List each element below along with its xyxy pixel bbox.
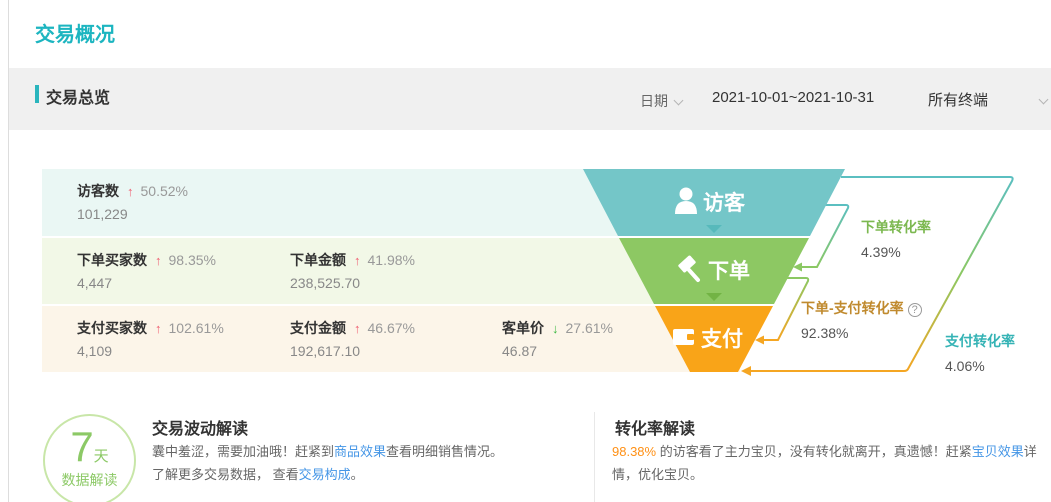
metric-change: 98.35% <box>169 252 216 268</box>
conversion-order-pay: 下单-支付转化率? 92.38% <box>801 298 922 341</box>
metric-value: 101,229 <box>77 206 188 222</box>
metric-change: 41.98% <box>368 252 415 268</box>
toolbar: 交易总览 日期 2021-10-01~2021-10-31 所有终端 <box>9 68 1051 130</box>
arrow-up-icon: ↑ <box>127 184 134 199</box>
date-type-dropdown[interactable]: 日期 <box>640 91 682 111</box>
date-type-label: 日期 <box>640 93 668 109</box>
arrow-up-icon: ↑ <box>155 321 162 336</box>
conversion-label: 下单-支付转化率? <box>801 298 922 318</box>
metric-value: 4,447 <box>77 275 216 291</box>
conversion-highlight-pct: 98.38% <box>612 444 656 459</box>
insight-text-segment: 。 <box>351 467 364 482</box>
metric-pay-amount: 支付金额 ↑ 46.67% 192,617.10 <box>290 318 415 359</box>
funnel-stage-label: 支付 <box>701 328 743 351</box>
seven-day-badge: 7天 数据解读 <box>43 414 136 502</box>
metric-label: 下单买家数 <box>77 252 147 268</box>
transaction-overview-page: 交易概况 交易总览 日期 2021-10-01~2021-10-31 所有终端 … <box>0 0 1051 502</box>
arrow-up-icon: ↑ <box>354 253 361 268</box>
trade-fluctuation-text: 囊中羞涩，需要加油哦！赶紧到商品效果查看明细销售情况。 了解更多交易数据， 查看… <box>152 440 582 486</box>
conversion-value: 4.39% <box>861 244 931 260</box>
metric-order-amount: 下单金额 ↑ 41.98% 238,525.70 <box>290 250 415 291</box>
conversion-text: 98.38% 的访客看了主力宝贝，没有转化就离开，真遗憾！赶紧宝贝效果详情，优化… <box>612 440 1044 486</box>
section-title: 交易总览 <box>46 84 110 108</box>
conversion-label-text: 下单-支付转化率 <box>801 300 904 316</box>
date-range-picker[interactable]: 2021-10-01~2021-10-31 <box>712 89 874 106</box>
metric-change: 50.52% <box>141 183 188 199</box>
insight-text-segment: 查看明细销售情况。 <box>386 444 503 459</box>
insight-line: 了解更多交易数据， 查看交易构成。 <box>152 463 582 486</box>
funnel-stage-label: 下单 <box>708 259 750 283</box>
insights-divider <box>594 412 595 502</box>
badge-number: 7 <box>70 425 93 469</box>
product-effect-link[interactable]: 商品效果 <box>334 444 386 459</box>
metric-visitor-count: 访客数 ↑ 50.52% 101,229 <box>77 181 188 222</box>
page-title: 交易概况 <box>35 18 115 47</box>
metric-label: 支付买家数 <box>77 320 147 336</box>
chevron-down-icon <box>1039 95 1049 105</box>
metric-label: 下单金额 <box>290 252 346 268</box>
trade-composition-link[interactable]: 交易构成 <box>299 467 351 482</box>
arrow-up-icon: ↑ <box>354 321 361 336</box>
chevron-down-icon <box>674 96 684 106</box>
metric-label: 访客数 <box>77 183 119 199</box>
terminal-dropdown[interactable]: 所有终端 <box>928 89 1047 110</box>
conversion-value: 92.38% <box>801 325 922 341</box>
conversion-label: 支付转化率 <box>945 331 1015 351</box>
funnel-stage-label: 访客 <box>703 191 746 215</box>
conversion-pay: 支付转化率 4.06% <box>945 331 1015 374</box>
item-effect-link[interactable]: 宝贝效果 <box>972 444 1024 459</box>
question-mark-icon[interactable]: ? <box>908 303 922 317</box>
metric-label: 支付金额 <box>290 320 346 336</box>
insight-text-segment: 了解更多交易数据， 查看 <box>152 467 299 482</box>
badge-caption: 数据解读 <box>45 470 134 490</box>
metric-value: 192,617.10 <box>290 343 415 359</box>
conversion-value: 4.06% <box>945 358 1015 374</box>
terminal-label: 所有终端 <box>928 92 988 109</box>
conversion-label: 下单转化率 <box>861 217 931 237</box>
metric-order-buyers: 下单买家数 ↑ 98.35% 4,447 <box>77 250 216 291</box>
insight-line: 囊中羞涩，需要加油哦！赶紧到商品效果查看明细销售情况。 <box>152 440 582 463</box>
wallet-icon <box>673 329 694 345</box>
section-marker <box>35 85 39 103</box>
arrow-up-icon: ↑ <box>155 253 162 268</box>
insight-text-segment: 的访客看了主力宝贝，没有转化就离开，真遗憾！赶紧 <box>656 444 972 459</box>
badge-unit: 天 <box>94 448 109 465</box>
conversion-order: 下单转化率 4.39% <box>861 217 931 260</box>
metric-change: 46.67% <box>368 320 415 336</box>
metric-value: 238,525.70 <box>290 275 415 291</box>
metric-label: 客单价 <box>502 320 544 336</box>
metric-change: 102.61% <box>169 320 224 336</box>
arrow-left-icon <box>741 366 751 376</box>
metric-value: 4,109 <box>77 343 224 359</box>
trade-fluctuation-heading: 交易波动解读 <box>152 415 248 439</box>
conversion-heading: 转化率解读 <box>615 415 695 439</box>
metric-pay-buyers: 支付买家数 ↑ 102.61% 4,109 <box>77 318 224 359</box>
insight-text-segment: 囊中羞涩，需要加油哦！赶紧到 <box>152 444 334 459</box>
